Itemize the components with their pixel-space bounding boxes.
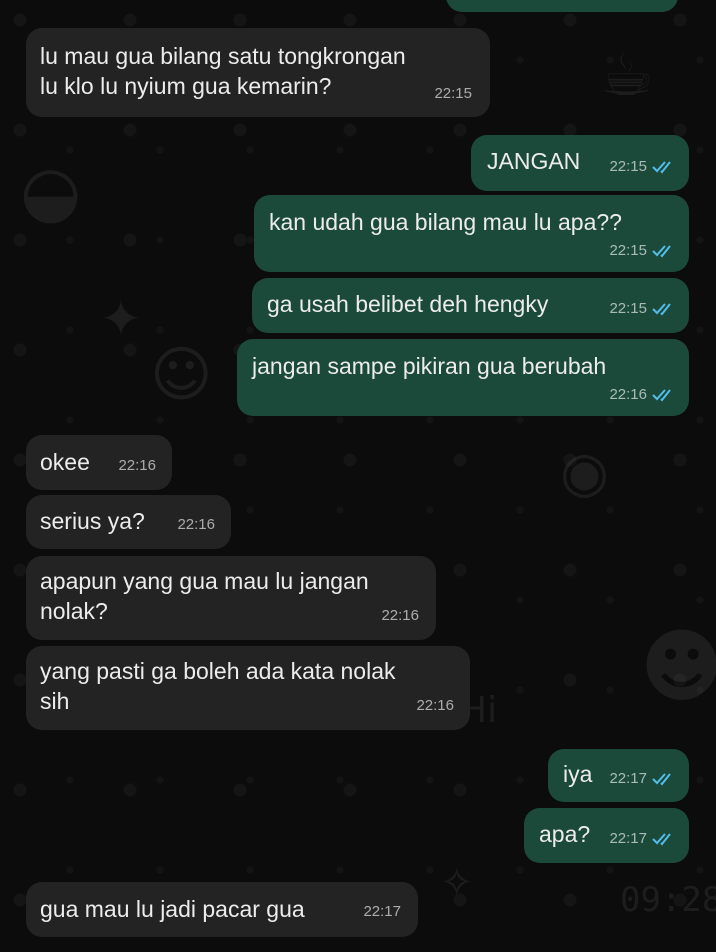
message-bubble-outgoing[interactable]: iya 22:17 [548,749,689,802]
message-bubble-outgoing[interactable]: jangan sampe pikiran gua berubah 22:16 [237,339,689,416]
message-time: 22:15 [609,158,647,175]
message-meta: 22:15 [609,294,678,324]
message-text: apapun yang gua mau lu jangan nolak? [40,568,369,624]
message-text: jangan sampe pikiran gua berubah [252,353,607,379]
message-text: yang pasti ga boleh ada kata nolak sih [40,658,396,714]
message-bubble-incoming[interactable]: gua mau lu jadi pacar gua 22:17 [26,882,418,937]
message-time: 22:16 [118,457,156,474]
message-text: lu mau gua bilang satu tongkrongan lu kl… [40,43,406,99]
message-bubble-outgoing[interactable]: ga usah belibet deh hengky 22:15 [252,278,689,333]
message-bubble-incoming[interactable]: apapun yang gua mau lu jangan nolak? 22:… [26,556,436,640]
message-time: 22:15 [609,300,647,317]
message-bubble-outgoing[interactable]: apa? 22:17 [524,808,689,863]
message-bubble-partial[interactable] [446,0,678,12]
read-double-check-icon [652,833,671,846]
message-time: 22:15 [609,242,647,259]
message-meta: 22:16 [381,601,419,631]
message-meta: 22:15 [609,236,678,266]
read-double-check-icon [652,303,671,316]
message-bubble-outgoing[interactable]: JANGAN 22:15 [471,135,689,191]
message-time: 22:15 [434,85,472,102]
read-double-check-icon [652,161,671,174]
message-text: okee [40,449,90,475]
read-double-check-icon [652,245,671,258]
message-text: serius ya? [40,508,145,534]
message-bubble-incoming[interactable]: okee 22:16 [26,435,172,490]
message-text: gua mau lu jadi pacar gua [40,896,305,922]
message-bubble-incoming[interactable]: yang pasti ga boleh ada kata nolak sih 2… [26,646,470,730]
message-text: apa? [539,821,591,847]
message-time: 22:16 [177,516,215,533]
message-bubble-incoming[interactable]: serius ya? 22:16 [26,495,231,549]
message-time: 22:16 [416,697,454,714]
read-double-check-icon [652,773,671,786]
message-meta: 22:16 [118,451,156,481]
message-bubble-outgoing[interactable]: kan udah gua bilang mau lu apa?? 22:15 [254,195,689,272]
message-meta: 22:17 [609,764,678,794]
message-meta: 22:16 [177,510,215,540]
message-meta: 22:16 [609,380,678,410]
message-time: 22:17 [363,903,401,920]
message-meta: 22:17 [609,824,678,854]
message-text: JANGAN [487,148,581,174]
message-meta: 22:16 [416,691,454,721]
message-text: ga usah belibet deh hengky [267,291,549,317]
message-text: kan udah gua bilang mau lu apa?? [269,209,622,235]
message-time: 22:16 [381,607,419,624]
message-time: 22:16 [609,386,647,403]
message-list: lu mau gua bilang satu tongkrongan lu kl… [0,0,716,952]
message-time: 22:17 [609,830,647,847]
message-meta: 22:17 [363,897,401,927]
read-double-check-icon [652,389,671,402]
message-meta: 22:15 [434,79,472,109]
message-text: iya [563,761,593,787]
message-bubble-incoming[interactable]: lu mau gua bilang satu tongkrongan lu kl… [26,28,490,117]
message-meta: 22:15 [609,152,678,182]
message-time: 22:17 [609,770,647,787]
